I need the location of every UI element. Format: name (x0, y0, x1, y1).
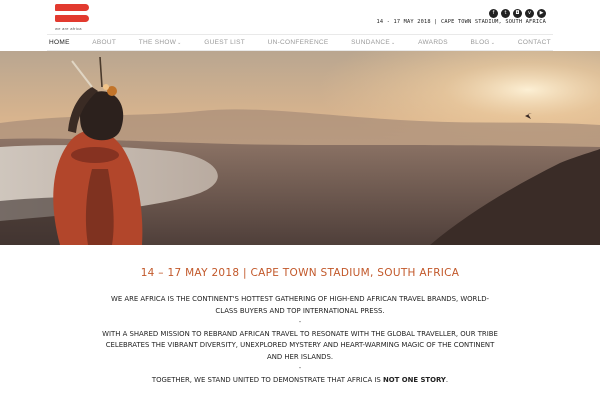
instagram-icon[interactable]: ◘ (513, 9, 522, 18)
hero-illustration (0, 51, 600, 245)
logo-stripe-top (55, 4, 89, 11)
nav-item-guest-list[interactable]: GUEST LIST (204, 39, 245, 46)
intro-copy: WE ARE AFRICA IS THE CONTINENT'S HOTTEST… (100, 294, 500, 386)
nav-label: UN-CONFERENCE (267, 39, 329, 46)
vimeo-icon[interactable]: v (525, 9, 534, 18)
chevron-down-icon: ⌄ (177, 40, 182, 46)
intro-paragraph-3: TOGETHER, WE STAND UNITED TO DEMONSTRATE… (100, 375, 500, 387)
header-event-info: 14 - 17 MAY 2018 | CAPE TOWN STADIUM, SO… (376, 19, 546, 25)
nav-item-about[interactable]: ABOUT (92, 39, 116, 46)
separator: - (298, 364, 302, 372)
intro-paragraph-1: WE ARE AFRICA IS THE CONTINENT'S HOTTEST… (111, 295, 489, 315)
nav-item-home[interactable]: HOME (49, 39, 70, 46)
tagline-emphasis: NOT ONE STORY (383, 375, 446, 384)
youtube-icon[interactable]: ▶ (537, 9, 546, 18)
intro-paragraph-2: WITH A SHARED MISSION TO REBRAND AFRICAN… (102, 329, 498, 361)
nav-label: HOME (49, 39, 70, 46)
nav-item-awards[interactable]: AWARDS (418, 39, 448, 46)
nav-item-un-conference[interactable]: UN-CONFERENCE (268, 39, 329, 46)
nav-label: GUEST LIST (204, 39, 246, 46)
nav-item-the-show[interactable]: THE SHOW⌄ (139, 39, 182, 46)
logo-stripe-bottom (55, 15, 89, 22)
hero-image (0, 51, 600, 245)
tagline-prefix: TOGETHER, WE STAND UNITED TO DEMONSTRATE… (151, 375, 383, 384)
site-header: we are africa f t ◘ v ▶ 14 - 17 MAY 2018… (0, 0, 600, 34)
twitter-icon[interactable]: t (501, 9, 510, 18)
nav-item-blog[interactable]: BLOG⌄ (471, 39, 496, 46)
nav-label: SUNDANCE (351, 39, 391, 46)
nav-label: ABOUT (92, 39, 117, 46)
nav-label: THE SHOW (138, 39, 177, 46)
nav-item-contact[interactable]: CONTACT (518, 39, 551, 46)
nav-label: CONTACT (517, 39, 551, 46)
nav-label: BLOG (470, 39, 490, 46)
separator: - (298, 318, 302, 326)
event-dates-heading: 14 – 17 MAY 2018 | CAPE TOWN STADIUM, SO… (140, 267, 460, 279)
main-navigation: HOME ABOUT THE SHOW⌄ GUEST LIST UN-CONFE… (47, 34, 553, 51)
chevron-down-icon: ⌄ (490, 40, 496, 46)
tagline-suffix: . (445, 375, 449, 384)
nav-label: AWARDS (418, 39, 448, 46)
social-links: f t ◘ v ▶ (489, 9, 546, 18)
nav-item-sundance[interactable]: SUNDANCE⌄ (351, 39, 395, 46)
logo-wordmark: we are africa (55, 26, 82, 31)
facebook-icon[interactable]: f (489, 9, 498, 18)
chevron-down-icon: ⌄ (391, 40, 396, 46)
we-are-africa-logo[interactable]: we are africa (55, 4, 91, 32)
